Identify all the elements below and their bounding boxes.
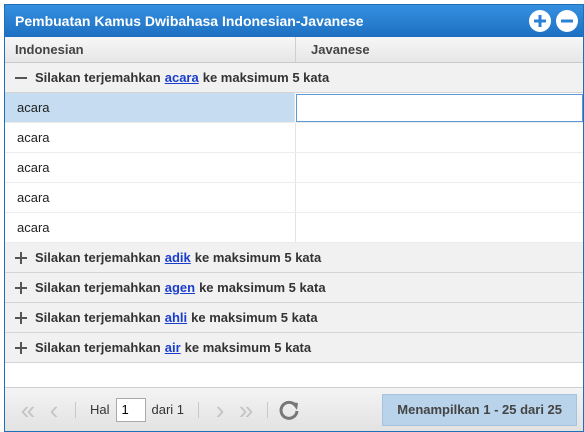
toolbar-separator (198, 401, 200, 418)
group-header-air[interactable]: Silakan terjemahkan air ke maksimum 5 ka… (5, 333, 583, 363)
grid-body: Silakan terjemahkan acara ke maksimum 5 … (5, 63, 583, 363)
table-row[interactable]: acara (5, 183, 583, 213)
expand-icon[interactable] (15, 341, 27, 354)
expand-icon[interactable] (15, 311, 27, 324)
expand-icon[interactable] (15, 281, 27, 294)
cell-indonesian[interactable]: acara (5, 213, 296, 242)
group-suffix: ke maksimum 5 kata (194, 250, 322, 265)
group-header-ahli[interactable]: Silakan terjemahkan ahli ke maksimum 5 k… (5, 303, 583, 333)
cell-javanese[interactable] (296, 153, 583, 182)
cell-javanese[interactable] (296, 213, 583, 242)
cell-indonesian[interactable]: acara (5, 153, 296, 182)
minus-circle-icon[interactable] (556, 10, 578, 32)
toolbar-separator (267, 401, 269, 418)
group-prefix: Silakan terjemahkan (35, 310, 161, 325)
cell-javanese[interactable] (295, 93, 583, 122)
chevron-left-icon[interactable]: ‹ (41, 397, 67, 423)
table-row[interactable]: acara (5, 123, 583, 153)
group-header-agen[interactable]: Silakan terjemahkan agen ke maksimum 5 k… (5, 273, 583, 303)
double-chevron-right-icon[interactable]: » (233, 397, 259, 423)
page-label: Hal (90, 402, 110, 417)
cell-indonesian[interactable]: acara (5, 93, 295, 122)
panel-title: Pembuatan Kamus Dwibahasa Indonesian-Jav… (15, 13, 364, 29)
group-prefix: Silakan terjemahkan (35, 70, 161, 85)
group-suffix: ke maksimum 5 kata (202, 70, 330, 85)
cell-indonesian[interactable]: acara (5, 183, 296, 212)
panel-titlebar: Pembuatan Kamus Dwibahasa Indonesian-Jav… (5, 5, 583, 37)
cell-indonesian[interactable]: acara (5, 123, 296, 152)
column-javanese[interactable]: Javanese (296, 37, 583, 62)
refresh-icon[interactable] (276, 397, 302, 423)
paging-status: Menampilkan 1 - 25 dari 25 (382, 393, 577, 426)
chevron-right-icon[interactable]: › (207, 397, 233, 423)
double-chevron-left-icon[interactable]: « (15, 397, 41, 423)
plus-circle-icon[interactable] (529, 10, 551, 32)
cell-javanese[interactable] (296, 183, 583, 212)
group-word-link[interactable]: acara (165, 70, 199, 85)
group-header-acara[interactable]: Silakan terjemahkan acara ke maksimum 5 … (5, 63, 583, 93)
group-word-link[interactable]: ahli (165, 310, 187, 325)
dictionary-grid-panel: Pembuatan Kamus Dwibahasa Indonesian-Jav… (4, 4, 584, 432)
group-header-adik[interactable]: Silakan terjemahkan adik ke maksimum 5 k… (5, 243, 583, 273)
javanese-edit-field[interactable] (296, 93, 583, 122)
group-suffix: ke maksimum 5 kata (199, 280, 326, 295)
group-suffix: ke maksimum 5 kata (191, 310, 318, 325)
group-suffix: ke maksimum 5 kata (184, 340, 312, 355)
group-word-link[interactable]: adik (165, 250, 191, 265)
page-total-label: dari 1 (151, 402, 185, 417)
group-prefix: Silakan terjemahkan (35, 340, 161, 355)
column-indonesian[interactable]: Indonesian (5, 37, 296, 62)
group-prefix: Silakan terjemahkan (35, 280, 161, 295)
table-row[interactable]: acara (5, 153, 583, 183)
group-word-link[interactable]: air (165, 340, 181, 355)
collapse-icon[interactable] (15, 72, 27, 84)
toolbar-separator (75, 401, 76, 418)
table-row[interactable]: acara (5, 93, 583, 123)
page-number-input[interactable] (115, 397, 146, 422)
table-row[interactable]: acara (5, 213, 583, 243)
expand-icon[interactable] (15, 251, 27, 264)
pagination-toolbar: « ‹ Hal dari 1 › » Menampilkan 1 - 25 da… (5, 387, 583, 431)
column-header: Indonesian Javanese (5, 37, 583, 63)
cell-javanese[interactable] (296, 123, 583, 152)
group-word-link[interactable]: agen (165, 280, 195, 295)
group-prefix: Silakan terjemahkan (35, 250, 161, 265)
